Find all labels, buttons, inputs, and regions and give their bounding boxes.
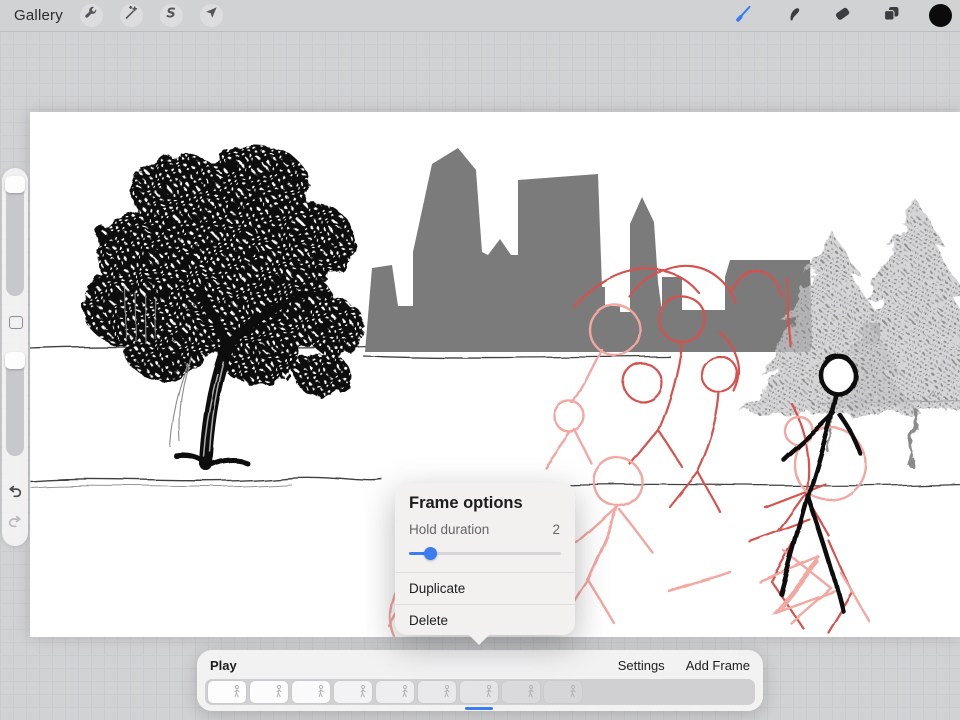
- frame-thumbnail-7[interactable]: [460, 681, 498, 703]
- undo-button[interactable]: [5, 482, 25, 502]
- selection-s-icon: S: [161, 3, 181, 28]
- color-swatch: [929, 4, 952, 27]
- frame-thumbnail-8[interactable]: [502, 681, 540, 703]
- settings-button[interactable]: Settings: [618, 658, 665, 673]
- adjustments-button[interactable]: [120, 4, 143, 27]
- layers-icon: [881, 3, 902, 29]
- add-frame-button[interactable]: Add Frame: [686, 658, 750, 673]
- procreate-app: Gallery S: [0, 0, 960, 720]
- frame-thumbnail-9[interactable]: [544, 681, 582, 703]
- frame-thumbnail-3[interactable]: [292, 681, 330, 703]
- frame-thumbnail-1[interactable]: [208, 681, 246, 703]
- redo-icon: [5, 519, 25, 536]
- slider-thumb[interactable]: [424, 547, 437, 560]
- frame-thumbnail-2[interactable]: [250, 681, 288, 703]
- popup-title: Frame options: [395, 483, 575, 520]
- frame-thumbnail-4[interactable]: [334, 681, 372, 703]
- hold-duration-slider[interactable]: [409, 547, 561, 560]
- brush-size-slider[interactable]: [6, 176, 24, 296]
- smudge-button[interactable]: [781, 4, 805, 28]
- svg-text:S: S: [167, 7, 176, 22]
- actions-button[interactable]: [80, 4, 103, 27]
- animation-timeline: Play Settings Add Frame: [197, 650, 763, 711]
- hold-duration-value: 2: [552, 522, 560, 537]
- brush-size-slider-thumb[interactable]: [5, 176, 25, 193]
- frame-strip: [205, 679, 755, 705]
- delete-menu-item[interactable]: Delete: [395, 605, 575, 636]
- play-button[interactable]: Play: [210, 658, 237, 673]
- hold-duration-label: Hold duration: [409, 522, 489, 537]
- wrench-icon: [81, 3, 101, 28]
- magic-wand-icon: [121, 3, 141, 28]
- frame-options-popup: Frame options Hold duration 2 Duplicate …: [395, 483, 575, 635]
- layers-button[interactable]: [879, 4, 903, 28]
- selection-button[interactable]: S: [160, 4, 183, 27]
- smudge-icon: [783, 3, 804, 29]
- eraser-icon: [832, 3, 853, 29]
- eraser-button[interactable]: [830, 4, 854, 28]
- undo-icon: [5, 489, 25, 506]
- color-button[interactable]: [928, 4, 952, 28]
- brush-button[interactable]: [732, 4, 756, 28]
- popup-arrow: [468, 634, 490, 645]
- paint-brush-icon: [733, 2, 755, 29]
- transform-arrow-icon: [201, 3, 221, 28]
- transform-button[interactable]: [200, 4, 223, 27]
- frame-thumbnail-5[interactable]: [376, 681, 414, 703]
- selected-frame-underline: [465, 707, 493, 710]
- duplicate-menu-item[interactable]: Duplicate: [395, 573, 575, 604]
- redo-button[interactable]: [5, 512, 25, 532]
- frame-thumbnail-6[interactable]: [418, 681, 456, 703]
- gallery-button[interactable]: Gallery: [14, 7, 63, 24]
- top-toolbar: Gallery S: [0, 0, 960, 32]
- opacity-slider-thumb[interactable]: [5, 352, 25, 369]
- modify-button[interactable]: [9, 316, 23, 329]
- sidebar-tools: [2, 168, 28, 546]
- paint-tools-group: [732, 4, 952, 28]
- tree-sketch: [60, 142, 390, 464]
